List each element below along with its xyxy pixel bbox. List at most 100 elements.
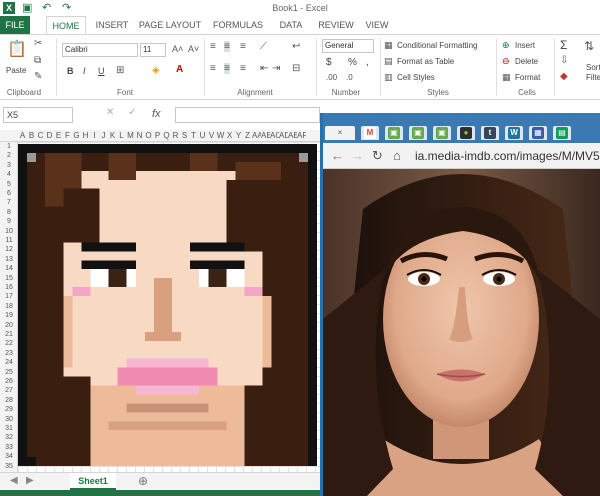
row-header[interactable]: 33 bbox=[0, 443, 18, 452]
row-header[interactable]: 15 bbox=[0, 274, 18, 283]
percent-button[interactable]: % bbox=[348, 57, 357, 68]
column-header[interactable]: R bbox=[171, 130, 180, 142]
decrease-font-icon[interactable]: A˅ bbox=[188, 44, 199, 54]
cell-styles-button[interactable]: Cell Styles bbox=[397, 73, 435, 82]
column-header[interactable]: Y bbox=[234, 130, 243, 142]
back-icon[interactable]: ← bbox=[331, 148, 344, 163]
indent-icon[interactable]: ⇤ bbox=[260, 63, 268, 74]
reload-icon[interactable]: ↻ bbox=[372, 148, 383, 164]
sort-label[interactable]: Sort bbox=[586, 63, 600, 72]
delete-button[interactable]: Delete bbox=[515, 57, 538, 66]
align-left-icon[interactable]: ≡ bbox=[210, 63, 216, 74]
browser-tab-tumblr[interactable]: t bbox=[481, 126, 499, 140]
bold-button[interactable]: B bbox=[67, 66, 74, 76]
comma-button[interactable]: , bbox=[366, 57, 369, 68]
column-header[interactable]: J bbox=[99, 130, 108, 142]
align-center-icon[interactable]: ≡ bbox=[224, 63, 230, 74]
filter-label[interactable]: Filte bbox=[586, 73, 600, 82]
home-icon[interactable]: ⌂ bbox=[393, 148, 401, 163]
browser-tab-gmail[interactable]: M bbox=[361, 126, 379, 140]
clear-icon[interactable]: ◆ bbox=[560, 71, 568, 82]
row-header[interactable]: 5 bbox=[0, 180, 18, 189]
tab-view[interactable]: VIEW bbox=[362, 16, 392, 34]
browser-tab[interactable]: ▣ bbox=[433, 126, 451, 140]
column-header[interactable]: C bbox=[36, 130, 45, 142]
increase-font-icon[interactable]: A˄ bbox=[172, 44, 183, 54]
column-header[interactable]: H bbox=[81, 130, 90, 142]
sheet-tab[interactable]: Sheet1 bbox=[70, 473, 116, 490]
column-header[interactable]: AE bbox=[288, 130, 297, 142]
tab-page-layout[interactable]: PAGE LAYOUT bbox=[138, 16, 202, 34]
enter-icon[interactable]: ✓ bbox=[128, 107, 136, 118]
column-header[interactable]: K bbox=[108, 130, 117, 142]
row-header[interactable]: 17 bbox=[0, 292, 18, 301]
paste-button[interactable]: Paste bbox=[6, 66, 26, 75]
autosum-button[interactable]: Σ bbox=[560, 38, 567, 52]
font-size-box[interactable]: 11 bbox=[140, 43, 166, 57]
browser-tab[interactable]: ▣ bbox=[385, 126, 403, 140]
conditional-formatting-button[interactable]: Conditional Formatting bbox=[397, 41, 477, 50]
increase-decimal-icon[interactable]: .00 bbox=[326, 73, 337, 82]
row-header[interactable]: 20 bbox=[0, 321, 18, 330]
conditional-formatting-icon[interactable]: ▦ bbox=[384, 40, 393, 51]
decrease-decimal-icon[interactable]: .0 bbox=[346, 73, 353, 82]
column-header[interactable]: M bbox=[126, 130, 135, 142]
row-header[interactable]: 24 bbox=[0, 358, 18, 367]
column-header[interactable]: G bbox=[72, 130, 81, 142]
fill-icon[interactable]: ⇩ bbox=[560, 55, 568, 66]
column-header[interactable]: B bbox=[27, 130, 36, 142]
row-header[interactable]: 1 bbox=[0, 142, 18, 151]
cell-styles-icon[interactable]: ▥ bbox=[384, 72, 393, 83]
row-header[interactable]: 34 bbox=[0, 452, 18, 461]
row-header[interactable]: 29 bbox=[0, 405, 18, 414]
row-header[interactable]: 18 bbox=[0, 302, 18, 311]
sort-filter-icon[interactable]: ⇅ bbox=[584, 39, 594, 53]
row-header[interactable]: 26 bbox=[0, 377, 18, 386]
row-header[interactable]: 30 bbox=[0, 415, 18, 424]
browser-tab-active[interactable]: × bbox=[325, 126, 355, 140]
column-header[interactable]: AF bbox=[297, 130, 306, 142]
insert-function-button[interactable]: fx bbox=[152, 108, 161, 120]
row-header[interactable]: 9 bbox=[0, 217, 18, 226]
tab-formulas[interactable]: FORMULAS bbox=[210, 16, 266, 34]
row-header[interactable]: 2 bbox=[0, 151, 18, 160]
formula-input[interactable] bbox=[175, 107, 320, 123]
orientation-icon[interactable]: ⟋ bbox=[260, 41, 267, 52]
align-middle-icon[interactable]: ≡ bbox=[224, 41, 230, 52]
tab-review[interactable]: REVIEW bbox=[316, 16, 356, 34]
row-header[interactable]: 32 bbox=[0, 433, 18, 442]
column-header[interactable]: W bbox=[216, 130, 225, 142]
row-header[interactable]: 10 bbox=[0, 227, 18, 236]
italic-button[interactable]: I bbox=[83, 66, 86, 76]
browser-tab-wordpress[interactable]: W bbox=[505, 126, 523, 140]
paste-icon[interactable]: 📋 bbox=[6, 39, 28, 61]
tab-insert[interactable]: INSERT bbox=[90, 16, 134, 34]
number-format-box[interactable]: General bbox=[322, 39, 374, 53]
column-header[interactable]: E bbox=[54, 130, 63, 142]
column-header[interactable]: D bbox=[45, 130, 54, 142]
new-sheet-icon[interactable]: ⊕ bbox=[138, 474, 148, 488]
borders-icon[interactable]: ⊞ bbox=[116, 65, 124, 76]
outdent-icon[interactable]: ⇥ bbox=[272, 63, 280, 74]
delete-cells-icon[interactable]: ⊖ bbox=[502, 56, 510, 67]
row-header[interactable]: 6 bbox=[0, 189, 18, 198]
column-header[interactable]: I bbox=[90, 130, 99, 142]
column-header[interactable]: X bbox=[225, 130, 234, 142]
align-bottom-icon[interactable]: ≡ bbox=[240, 41, 246, 52]
row-header[interactable]: 22 bbox=[0, 339, 18, 348]
insert-cells-icon[interactable]: ⊕ bbox=[502, 40, 510, 51]
format-button[interactable]: Format bbox=[515, 73, 540, 82]
underline-button[interactable]: U bbox=[98, 66, 105, 76]
column-header[interactable]: O bbox=[144, 130, 153, 142]
column-header[interactable]: S bbox=[180, 130, 189, 142]
tab-data[interactable]: DATA bbox=[274, 16, 308, 34]
row-header[interactable]: 7 bbox=[0, 198, 18, 207]
column-header[interactable]: Z bbox=[243, 130, 252, 142]
row-header[interactable]: 21 bbox=[0, 330, 18, 339]
forward-icon[interactable]: → bbox=[351, 148, 364, 163]
next-sheet-icon[interactable]: ▶ bbox=[26, 475, 34, 486]
address-bar[interactable]: ia.media-imdb.com/images/M/MV5 bbox=[415, 147, 600, 165]
browser-tab-sheets[interactable]: ▤ bbox=[553, 126, 571, 140]
format-cells-icon[interactable]: ▦ bbox=[502, 72, 511, 83]
align-top-icon[interactable]: ≡ bbox=[210, 41, 216, 52]
